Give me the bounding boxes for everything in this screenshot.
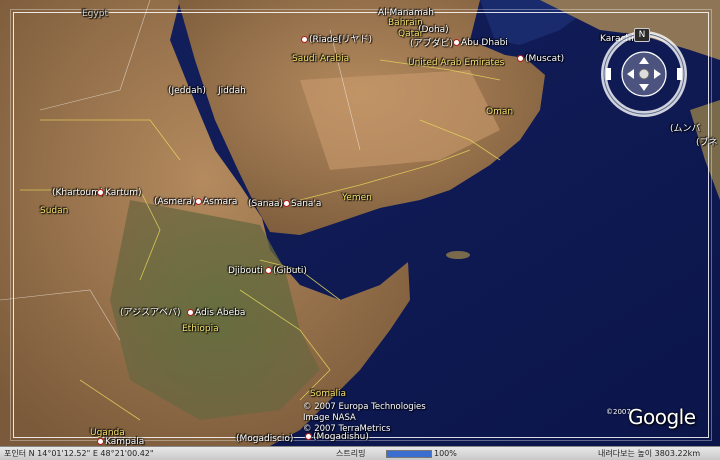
place-label-mumbai-ja[interactable]: (ムンバ (670, 124, 701, 134)
place-name: (アブダビ) (410, 39, 454, 49)
place-name: Oman (486, 107, 514, 117)
place-name: (Jeddah) (168, 86, 206, 96)
capital-star-icon (195, 198, 202, 205)
north-up-button[interactable]: N (634, 28, 650, 42)
place-name: United Arab Emirates (408, 58, 505, 68)
place-label-asmera[interactable]: (Asmera) (154, 197, 195, 207)
place-name: Yemen (342, 193, 372, 203)
capital-star-icon (283, 200, 290, 207)
place-label-qatar[interactable]: Qatar (398, 29, 423, 39)
streaming-progress-fill (387, 451, 431, 457)
place-name: Asmara (203, 197, 238, 207)
capital-star-icon (453, 39, 460, 46)
compass-ring-icon[interactable] (600, 30, 688, 118)
place-name: Jiddah (218, 86, 246, 96)
pointer-coordinates: 포인터 N 14°01'12.52" E 48°21'00.42" (4, 449, 154, 458)
place-name: Kartum) (105, 188, 142, 198)
place-label-jiddah[interactable]: Jiddah (218, 86, 246, 96)
place-name: (Muscat) (525, 54, 565, 64)
place-label-asmara[interactable]: Asmara (194, 197, 237, 207)
imagery-credits: © 2007 Europa Technologies Image NASA © … (303, 402, 426, 435)
place-name: (Sanaa) (248, 199, 283, 209)
place-name: (Gibuti) (273, 266, 307, 276)
place-label-kampala[interactable]: Kampala (96, 437, 144, 446)
place-label-addis-ja[interactable]: (アジスアベバ) (120, 308, 180, 318)
place-name: (アジスアベバ) (120, 308, 181, 318)
place-label-oman[interactable]: Oman (486, 107, 513, 117)
place-label-jeddah-paren[interactable]: (Jeddah) (168, 86, 206, 96)
place-label-saudi-arabia[interactable]: Saudi Arabia (292, 54, 349, 64)
place-name: Djibouti (228, 266, 263, 276)
eye-altitude: 내려다보는 높이 3803.22km (598, 449, 701, 458)
place-name: (リヤド) (338, 35, 373, 45)
place-label-yemen[interactable]: Yemen (342, 193, 372, 203)
place-label-muscat[interactable]: (Muscat) (516, 54, 564, 64)
place-name: (Mogadiscio) (236, 434, 294, 444)
place-name: Egypt (82, 9, 108, 19)
capital-star-icon (97, 189, 104, 196)
place-label-somalia[interactable]: Somalia (310, 389, 346, 399)
navigation-control[interactable]: N (600, 28, 688, 118)
place-label-riyadh-ja[interactable]: (リヤド) (338, 35, 372, 45)
place-label-abu-dhabi-ja[interactable]: (アブダビ) (410, 39, 453, 49)
place-label-djibouti[interactable]: Djibouti (228, 266, 263, 276)
place-name: Sana'a (291, 199, 322, 209)
place-label-sanaa2[interactable]: Sana'a (282, 199, 321, 209)
place-name: Somalia (310, 389, 347, 399)
capital-star-icon (265, 267, 272, 274)
credit-line: © 2007 Europa Technologies (303, 402, 426, 412)
place-label-sudan[interactable]: Sudan (40, 206, 68, 216)
place-name: (ムンバ (670, 124, 701, 134)
place-label-adis-abeba[interactable]: Adis Abeba (186, 308, 245, 318)
status-bar: 포인터 N 14°01'12.52" E 48°21'00.42" 스트리밍 1… (0, 446, 720, 460)
streaming-label: 스트리밍 (336, 449, 366, 458)
streaming-percent: 100% (434, 449, 457, 458)
place-name: Al Manamah (378, 8, 435, 18)
credit-line: © 2007 TerraMetrics (303, 424, 391, 434)
place-label-kartum[interactable]: Kartum) (96, 188, 141, 198)
streaming-progress-bar (386, 450, 432, 458)
capital-star-icon (187, 309, 194, 316)
capital-star-icon (301, 36, 308, 43)
place-label-pune-ja[interactable]: (プネ (696, 138, 718, 148)
place-name: Kampala (105, 437, 145, 446)
place-name: Saudi Arabia (292, 54, 350, 64)
place-label-ethiopia[interactable]: Ethiopia (182, 324, 219, 334)
place-label-mogadiscio[interactable]: (Mogadiscio) (236, 434, 293, 444)
place-label-abu-dhabi[interactable]: Abu Dhabi (452, 38, 508, 48)
place-label-sanaa[interactable]: (Sanaa) (248, 199, 283, 209)
capital-star-icon (97, 438, 104, 445)
place-label-riade[interactable]: (Riade) (300, 35, 342, 45)
place-name: (Asmera) (154, 197, 196, 207)
place-label-uae[interactable]: United Arab Emirates (408, 58, 504, 68)
place-name: Ethiopia (182, 324, 219, 334)
credit-line: Image NASA (303, 413, 356, 423)
google-logo: Google (628, 405, 696, 429)
place-name: (プネ (696, 138, 718, 148)
place-name: Abu Dhabi (461, 38, 508, 48)
place-label-egypt[interactable]: Egypt (82, 9, 108, 19)
place-label-al-manamah[interactable]: Al Manamah (378, 8, 434, 18)
map-viewport[interactable]: Egypt Al Manamah Bahrain (Doha) Qatar (アブダビ) A… (0, 0, 720, 446)
capital-star-icon (517, 55, 524, 62)
place-name: Adis Abeba (195, 308, 246, 318)
place-name: Qatar (398, 29, 424, 39)
place-label-gibuti[interactable]: (Gibuti) (264, 266, 307, 276)
place-name: (Riade) (309, 35, 342, 45)
place-name: Sudan (40, 206, 69, 216)
